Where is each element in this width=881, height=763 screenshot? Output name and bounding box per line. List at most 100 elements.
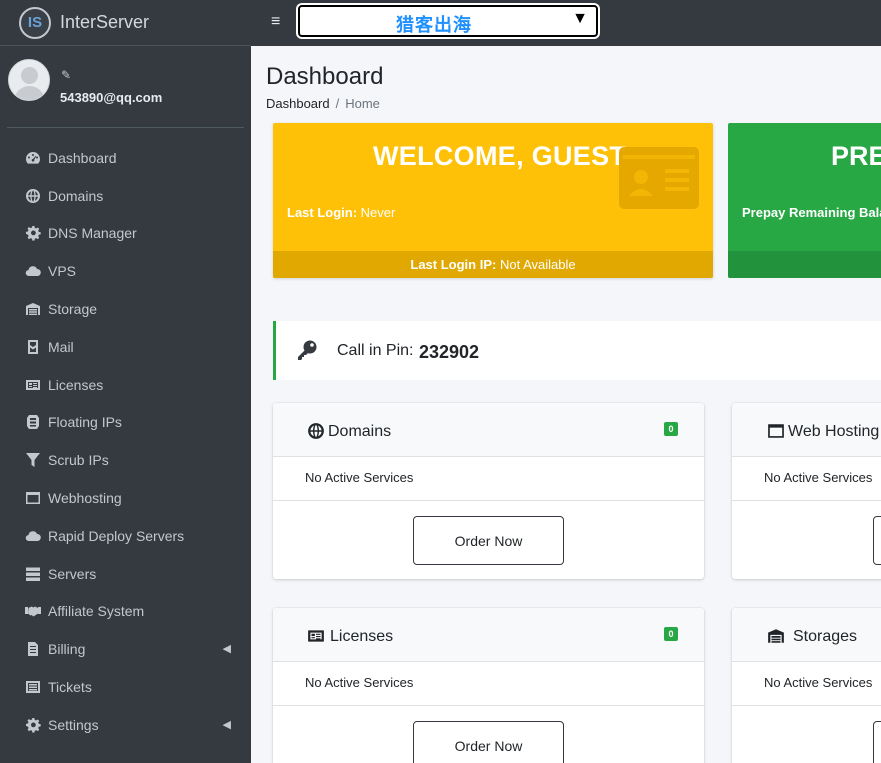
sidebar-item-label: Billing [48,641,86,658]
select-value: 猎客出海 [396,15,472,35]
sidebar-item-label: Settings [48,716,99,733]
welcome-info-box: WELCOME, GUEST Last Login: Never Last Lo… [273,123,713,278]
pin-value: 232902 [419,342,480,362]
cloud-icon [24,528,42,544]
invoice-icon [24,641,42,657]
sidebar-item-webhosting[interactable]: Webhosting [0,479,251,517]
order-now-button[interactable]: Order Now [413,516,564,565]
id-card-icon [24,377,42,393]
card-title: Licenses [330,628,394,645]
warehouse-icon [24,301,42,317]
top-navbar: ≡ 猎客出海 ▼ [251,0,881,46]
network-icon [24,414,42,430]
sidebar-item-label: Domains [48,187,104,204]
sidebar-item-label: Tickets [48,679,92,696]
pin-label: Call in Pin: [337,342,414,359]
sidebar-item-label: Storage [48,301,98,318]
card-title: Storages [793,628,858,645]
sidebar: IS InterServer ✎ 543890@qq.com Dashboard… [0,0,251,763]
brand-link[interactable]: IS InterServer [0,0,251,46]
sidebar-item-dashboard[interactable]: Dashboard [0,139,251,177]
hamburger-menu-icon[interactable]: ≡ [271,13,280,31]
web-hosting-card: Web Hosting No Active Services [732,403,881,579]
sidebar-item-tickets[interactable]: Tickets [0,668,251,706]
sidebar-item-vps[interactable]: VPS [0,252,251,290]
sidebar-item-floating-ips[interactable]: Floating IPs [0,404,251,442]
mail-icon [24,339,42,355]
sidebar-item-dns-manager[interactable]: DNS Manager [0,215,251,253]
globe-icon [308,423,324,439]
prepay-remaining-label: Prepay Remaining Bala [742,205,881,220]
sidebar-item-billing[interactable]: Billing ◀ [0,630,251,668]
cog-icon [24,225,42,242]
breadcrumb-home: Home [345,96,380,111]
sidebar-item-mail[interactable]: Mail [0,328,251,366]
sidebar-item-servers[interactable]: Servers [0,555,251,593]
filter-icon [24,452,42,468]
window-icon [768,424,784,438]
sidebar-item-licenses[interactable]: Licenses [0,366,251,404]
warehouse-icon [768,629,784,643]
handshake-icon [24,603,42,619]
call-in-pin-callout: Call in Pin: 232902 [273,321,881,380]
tachometer-icon [24,150,42,166]
card-header: Domains 0 [273,403,704,457]
server-icon [24,566,42,582]
sidebar-item-label: Scrub IPs [48,452,109,469]
user-panel: ✎ 543890@qq.com [7,46,244,128]
order-now-button[interactable] [873,516,881,565]
count-badge: 0 [664,422,678,436]
sidebar-item-label: Licenses [48,376,104,393]
sidebar-item-label: VPS [48,263,77,280]
sidebar-item-rapid-deploy-servers[interactable]: Rapid Deploy Servers [0,517,251,555]
pencil-icon[interactable]: ✎ [61,68,71,82]
count-badge: 0 [664,627,678,641]
sidebar-item-label: Dashboard [48,149,117,166]
sidebar-item-label: Mail [48,338,74,355]
sidebar-item-label: Floating IPs [48,414,122,431]
card-header: Storages [732,608,881,662]
id-card-icon [308,630,324,642]
sidebar-item-affiliate-system[interactable]: Affiliate System [0,593,251,631]
interserver-logo: IS [19,6,51,39]
breadcrumb-dashboard[interactable]: Dashboard [266,96,330,111]
avatar[interactable] [8,59,50,101]
globe-icon [24,188,42,204]
card-title: Domains [328,423,392,440]
sidebar-item-storage[interactable]: Storage [0,290,251,328]
card-status: No Active Services [305,470,414,485]
caret-down-icon: ▼ [572,10,588,27]
ticket-icon [24,679,42,695]
brand-name: InterServer [60,12,150,32]
prepay-title: PRE [831,141,881,171]
prepay-info-box: PRE Prepay Remaining Bala [728,123,881,278]
storages-card: Storages No Active Services [732,608,881,763]
domains-card: Domains 0 No Active Services Order Now [273,403,704,579]
licenses-card: Licenses 0 No Active Services Order Now [273,608,704,763]
card-title: Web Hosting [788,423,880,440]
sidebar-item-settings[interactable]: Settings ◀ [0,706,251,744]
user-email[interactable]: 543890@qq.com [60,90,162,105]
welcome-title: WELCOME, GUEST [373,141,627,171]
chevron-left-icon: ◀ [222,718,231,731]
sidebar-nav: Dashboard Domains DNS Manager VPS Storag… [0,139,251,744]
last-login-ip-footer: Last Login IP: Not Available [273,251,713,278]
sidebar-item-label: Servers [48,565,97,582]
sidebar-item-label: Affiliate System [48,603,145,620]
breadcrumb: Dashboard / Home [266,96,380,111]
cloud-icon [24,263,42,279]
sidebar-item-label: Rapid Deploy Servers [48,527,185,544]
card-status: No Active Services [305,675,414,690]
prepay-footer [728,251,881,278]
language-select[interactable]: 猎客出海 ▼ [298,5,598,37]
cog-icon [24,717,42,733]
order-now-button[interactable]: Order Now [413,721,564,763]
sidebar-item-domains[interactable]: Domains [0,177,251,215]
card-status: No Active Services [764,470,873,485]
sidebar-item-scrub-ips[interactable]: Scrub IPs [0,441,251,479]
id-card-icon [619,147,699,209]
order-now-button[interactable] [873,721,881,763]
chevron-left-icon: ◀ [222,643,231,656]
card-status: No Active Services [764,675,873,690]
key-icon [298,340,317,360]
